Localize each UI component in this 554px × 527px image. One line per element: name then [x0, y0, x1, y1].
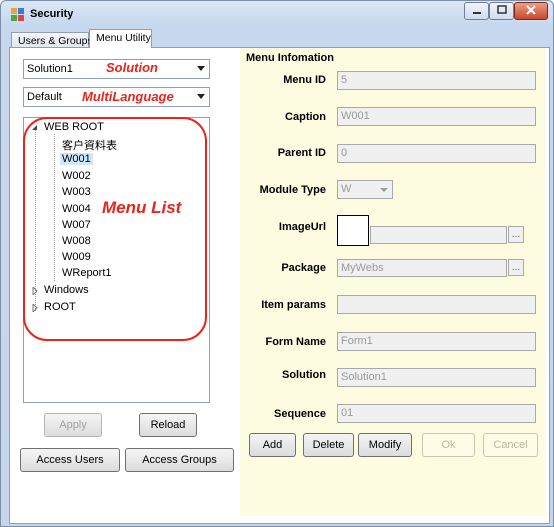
- chevron-down-icon: [197, 66, 205, 71]
- sequence-field[interactable]: 01: [337, 404, 536, 423]
- annotation-multilanguage: MultiLanguage: [82, 89, 174, 104]
- close-button[interactable]: [514, 2, 548, 20]
- cancel-button[interactable]: Cancel: [483, 433, 538, 457]
- ellipsis-icon: ...: [511, 262, 521, 273]
- window-title: Security: [30, 8, 74, 20]
- security-window: Security Users & Groups Menu Utility Sol…: [0, 0, 554, 527]
- image-preview: [337, 215, 369, 246]
- solution-field[interactable]: Solution1: [337, 368, 536, 387]
- image-url-label: ImageUrl: [278, 221, 326, 233]
- annotation-ring: [23, 117, 207, 341]
- caption-field[interactable]: W001: [337, 107, 536, 126]
- maximize-button[interactable]: [489, 2, 514, 20]
- maximize-icon: [496, 4, 507, 18]
- menu-id-field[interactable]: 5: [337, 71, 536, 90]
- package-browse-button[interactable]: ...: [508, 259, 524, 276]
- parent-id-field[interactable]: 0: [337, 144, 536, 163]
- form-name-field[interactable]: Form1: [337, 332, 536, 351]
- module-type-value: W: [341, 183, 352, 195]
- menu-info-title: Menu Infomation: [246, 52, 334, 64]
- language-select-value: Default: [27, 91, 62, 103]
- minimize-icon: [472, 5, 482, 18]
- access-users-button[interactable]: Access Users: [20, 448, 120, 472]
- solution-label: Solution: [282, 369, 326, 381]
- add-button[interactable]: Add: [249, 433, 296, 457]
- close-icon: [526, 4, 536, 18]
- item-params-field[interactable]: [337, 295, 536, 314]
- module-type-label: Module Type: [259, 184, 326, 196]
- access-groups-button[interactable]: Access Groups: [125, 448, 234, 472]
- chevron-down-icon: [197, 94, 205, 99]
- title-bar: Security: [1, 1, 553, 27]
- minimize-button[interactable]: [464, 2, 489, 20]
- package-label: Package: [281, 262, 326, 274]
- parent-id-label: Parent ID: [277, 147, 326, 159]
- tab-users-groups[interactable]: Users & Groups: [11, 32, 93, 48]
- reload-button[interactable]: Reload: [139, 413, 197, 437]
- tab-menu-utility[interactable]: Menu Utility: [89, 29, 152, 48]
- solution-select-value: Solution1: [27, 63, 73, 75]
- annotation-solution: Solution: [106, 60, 158, 75]
- ok-button[interactable]: Ok: [422, 433, 475, 457]
- sequence-label: Sequence: [274, 408, 326, 420]
- ellipsis-icon: ...: [511, 229, 521, 240]
- package-field[interactable]: MyWebs: [337, 259, 507, 277]
- chevron-down-icon: [380, 188, 388, 192]
- item-params-label: Item params: [261, 299, 326, 311]
- delete-button[interactable]: Delete: [303, 433, 354, 457]
- caption-label: Caption: [285, 111, 326, 123]
- module-type-select[interactable]: W: [337, 180, 393, 199]
- apply-button[interactable]: Apply: [44, 413, 102, 437]
- app-icon: [11, 8, 24, 21]
- menu-id-label: Menu ID: [283, 74, 326, 86]
- modify-button[interactable]: Modify: [358, 433, 412, 457]
- form-name-label: Form Name: [265, 336, 326, 348]
- image-url-field[interactable]: [370, 226, 507, 244]
- image-url-browse-button[interactable]: ...: [508, 226, 524, 243]
